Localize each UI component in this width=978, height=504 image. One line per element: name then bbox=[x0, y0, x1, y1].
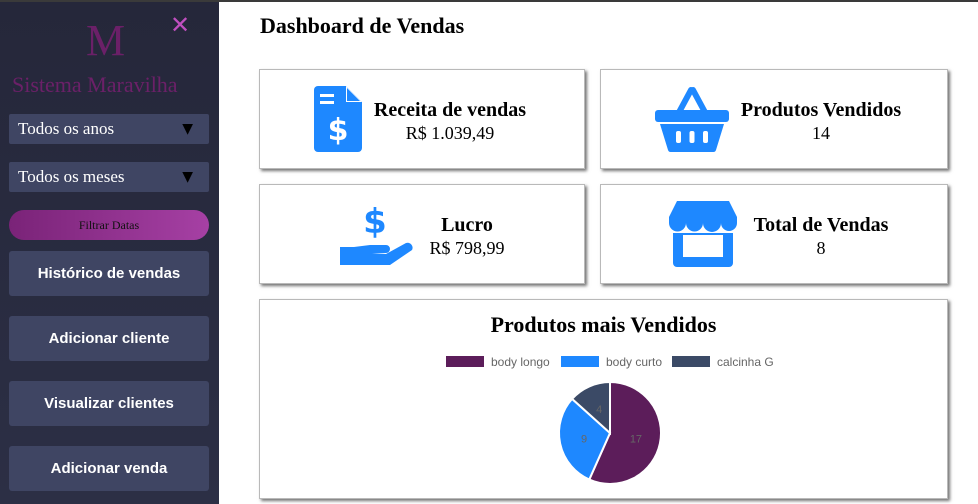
year-select[interactable]: Todos os anos ▼ bbox=[9, 114, 209, 144]
total-sales-value: 8 bbox=[816, 238, 826, 258]
revenue-label: Receita de vendas bbox=[373, 99, 527, 121]
add-sale-button[interactable]: Adicionar venda bbox=[9, 446, 209, 491]
profit-value: R$ 798,99 bbox=[429, 238, 505, 258]
hand-holding-dollar-icon: $ bbox=[340, 202, 414, 272]
close-icon[interactable]: ✕ bbox=[170, 10, 190, 40]
invoice-dollar-icon: $ bbox=[314, 86, 364, 157]
month-select-value: Todos os meses bbox=[18, 167, 125, 186]
logo: M bbox=[86, 16, 126, 65]
shopping-basket-icon bbox=[655, 86, 729, 157]
chevron-down-icon: ▼ bbox=[182, 169, 193, 185]
pie-chart: 1794 bbox=[558, 380, 662, 485]
revenue-value: R$ 1.039,49 bbox=[405, 123, 495, 143]
products-sold-card: Produtos Vendidos 14 bbox=[600, 69, 948, 169]
chevron-down-icon: ▼ bbox=[182, 121, 193, 137]
store-icon bbox=[669, 201, 737, 272]
total-sales-label: Total de Vendas bbox=[753, 214, 889, 236]
year-select-value: Todos os anos bbox=[18, 119, 115, 138]
top-products-chart-card: Produtos mais Vendidos body longo body cu… bbox=[259, 299, 948, 499]
filter-dates-button[interactable]: Filtrar Datas bbox=[9, 210, 209, 240]
month-select[interactable]: Todos os meses ▼ bbox=[9, 162, 209, 192]
total-sales-card: Total de Vendas 8 bbox=[600, 184, 948, 284]
products-sold-value: 14 bbox=[812, 123, 830, 143]
products-sold-label: Produtos Vendidos bbox=[740, 99, 902, 121]
svg-text:$: $ bbox=[328, 113, 349, 148]
svg-text:$: $ bbox=[363, 203, 387, 242]
profit-label: Lucro bbox=[441, 214, 493, 236]
pie-slice-value: 9 bbox=[581, 434, 587, 446]
brand-name: Sistema Maravilha bbox=[12, 72, 178, 97]
add-client-button[interactable]: Adicionar cliente bbox=[9, 316, 209, 361]
profit-card: $ Lucro R$ 798,99 bbox=[259, 184, 585, 284]
pie-slice-value: 17 bbox=[630, 434, 642, 446]
pie-slice-value: 4 bbox=[596, 404, 602, 416]
sales-history-button[interactable]: Histórico de vendas bbox=[9, 251, 209, 296]
view-clients-button[interactable]: Visualizar clientes bbox=[9, 381, 209, 426]
sidebar: M ✕ Sistema Maravilha Todos os anos ▼ To… bbox=[0, 2, 219, 504]
page-title: Dashboard de Vendas bbox=[260, 13, 465, 38]
revenue-card: $ Receita de vendas R$ 1.039,49 bbox=[259, 69, 585, 169]
